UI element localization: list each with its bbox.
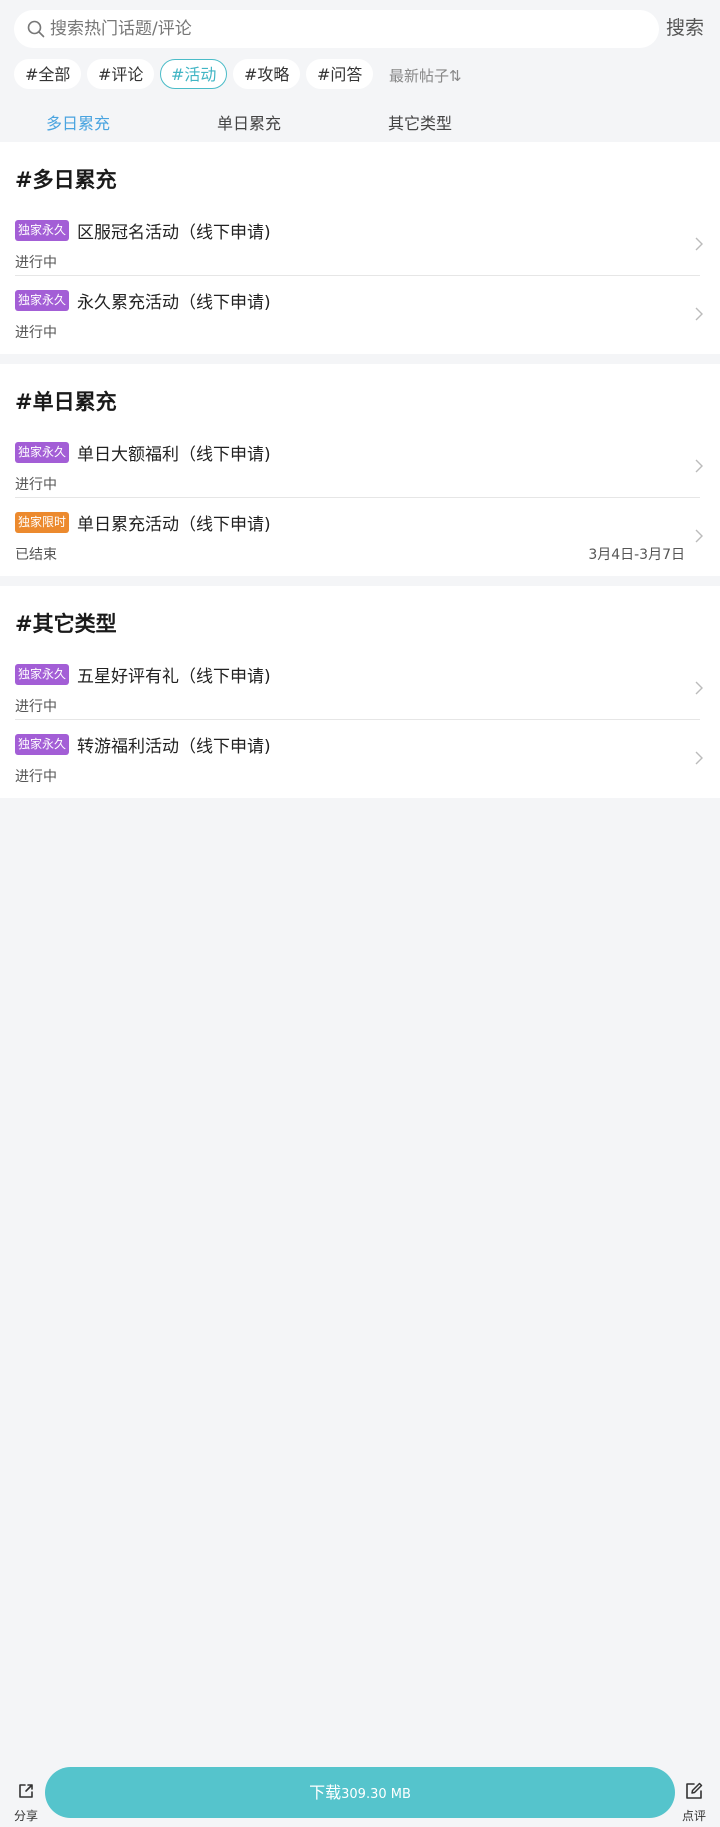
item-status: 进行中 bbox=[15, 325, 57, 341]
badge: 独家永久 bbox=[15, 442, 70, 463]
list-item[interactable]: 独家永久 区服冠名活动（线下申请) 进行中 bbox=[0, 206, 720, 284]
download-label: 下载 bbox=[309, 1783, 342, 1802]
chevron-right-icon bbox=[695, 459, 703, 473]
topic-filter-chips: #全部 #评论 #活动 #攻略 #问答 最新帖子⇅ bbox=[14, 59, 714, 91]
page: 搜索 #全部 #评论 #活动 #攻略 #问答 最新帖子⇅ 多日累充 单日累充 其… bbox=[0, 0, 720, 1827]
item-title: 单日累充活动（线下申请) bbox=[77, 515, 271, 535]
section-title: #其它类型 bbox=[15, 612, 117, 636]
item-status: 已结束 bbox=[15, 547, 57, 563]
list-item[interactable]: 独家限时 单日累充活动（线下申请) 已结束 3月4日-3月7日 bbox=[0, 498, 720, 576]
badge: 独家永久 bbox=[15, 290, 70, 311]
search-bar: 搜索 bbox=[0, 0, 720, 58]
chevron-right-icon bbox=[695, 751, 703, 765]
chip-guides[interactable]: #攻略 bbox=[233, 59, 301, 89]
item-status: 进行中 bbox=[15, 477, 57, 493]
download-button[interactable]: 下载309.30 MB bbox=[45, 1767, 675, 1818]
item-title: 五星好评有礼（线下申请) bbox=[77, 667, 271, 687]
search-box[interactable] bbox=[14, 10, 659, 48]
item-title: 转游福利活动（线下申请) bbox=[77, 737, 271, 757]
chip-comments[interactable]: #评论 bbox=[87, 59, 155, 89]
sort-toggle[interactable]: 最新帖子⇅ bbox=[389, 65, 462, 86]
list-item[interactable]: 独家永久 永久累充活动（线下申请) 进行中 bbox=[0, 276, 720, 354]
tab-single-day[interactable]: 单日累充 bbox=[217, 110, 281, 134]
search-icon bbox=[27, 20, 45, 38]
item-status: 进行中 bbox=[15, 255, 57, 271]
chevron-right-icon bbox=[695, 681, 703, 695]
section-multi-day: #多日累充 独家永久 区服冠名活动（线下申请) 进行中 独家永久 永久累充活动（… bbox=[0, 142, 720, 354]
chip-all[interactable]: #全部 bbox=[14, 59, 82, 89]
chevron-right-icon bbox=[695, 529, 703, 543]
item-status: 进行中 bbox=[15, 769, 57, 785]
tab-multi-day[interactable]: 多日累充 bbox=[46, 110, 110, 134]
section-title: #单日累充 bbox=[15, 390, 117, 414]
badge: 独家限时 bbox=[15, 512, 70, 533]
list-item[interactable]: 独家永久 五星好评有礼（线下申请) 进行中 bbox=[0, 650, 720, 728]
section-other: #其它类型 独家永久 五星好评有礼（线下申请) 进行中 独家永久 转游福利活动（… bbox=[0, 586, 720, 798]
edit-icon bbox=[686, 1782, 703, 1799]
category-tabs: 多日累充 单日累充 其它类型 bbox=[0, 104, 720, 140]
chip-events[interactable]: #活动 bbox=[160, 59, 228, 89]
chip-qa[interactable]: #问答 bbox=[306, 59, 374, 89]
badge: 独家永久 bbox=[15, 220, 70, 241]
item-status: 进行中 bbox=[15, 699, 57, 715]
list-item[interactable]: 独家永久 单日大额福利（线下申请) 进行中 bbox=[0, 428, 720, 506]
section-single-day: #单日累充 独家永久 单日大额福利（线下申请) 进行中 独家限时 单日累充活动（… bbox=[0, 364, 720, 576]
badge: 独家永久 bbox=[15, 664, 70, 685]
download-size: 309.30 MB bbox=[341, 1787, 411, 1802]
review-button[interactable]: 点评 bbox=[672, 1767, 716, 1827]
search-button[interactable]: 搜索 bbox=[666, 13, 704, 40]
share-button[interactable]: 分享 bbox=[4, 1767, 48, 1827]
item-title: 单日大额福利（线下申请) bbox=[77, 445, 271, 465]
share-icon bbox=[19, 1784, 33, 1798]
review-label: 点评 bbox=[681, 1809, 706, 1823]
item-title: 永久累充活动（线下申请) bbox=[77, 293, 271, 313]
item-title: 区服冠名活动（线下申请) bbox=[77, 223, 271, 243]
badge: 独家永久 bbox=[15, 734, 70, 755]
chevron-right-icon bbox=[695, 307, 703, 321]
share-label: 分享 bbox=[13, 1809, 38, 1823]
item-dates: 3月4日-3月7日 bbox=[588, 547, 685, 563]
list-item[interactable]: 独家永久 转游福利活动（线下申请) 进行中 bbox=[0, 720, 720, 798]
section-title: #多日累充 bbox=[15, 168, 117, 192]
tab-other[interactable]: 其它类型 bbox=[388, 110, 452, 134]
chevron-right-icon bbox=[695, 237, 703, 251]
search-input[interactable] bbox=[50, 10, 650, 48]
